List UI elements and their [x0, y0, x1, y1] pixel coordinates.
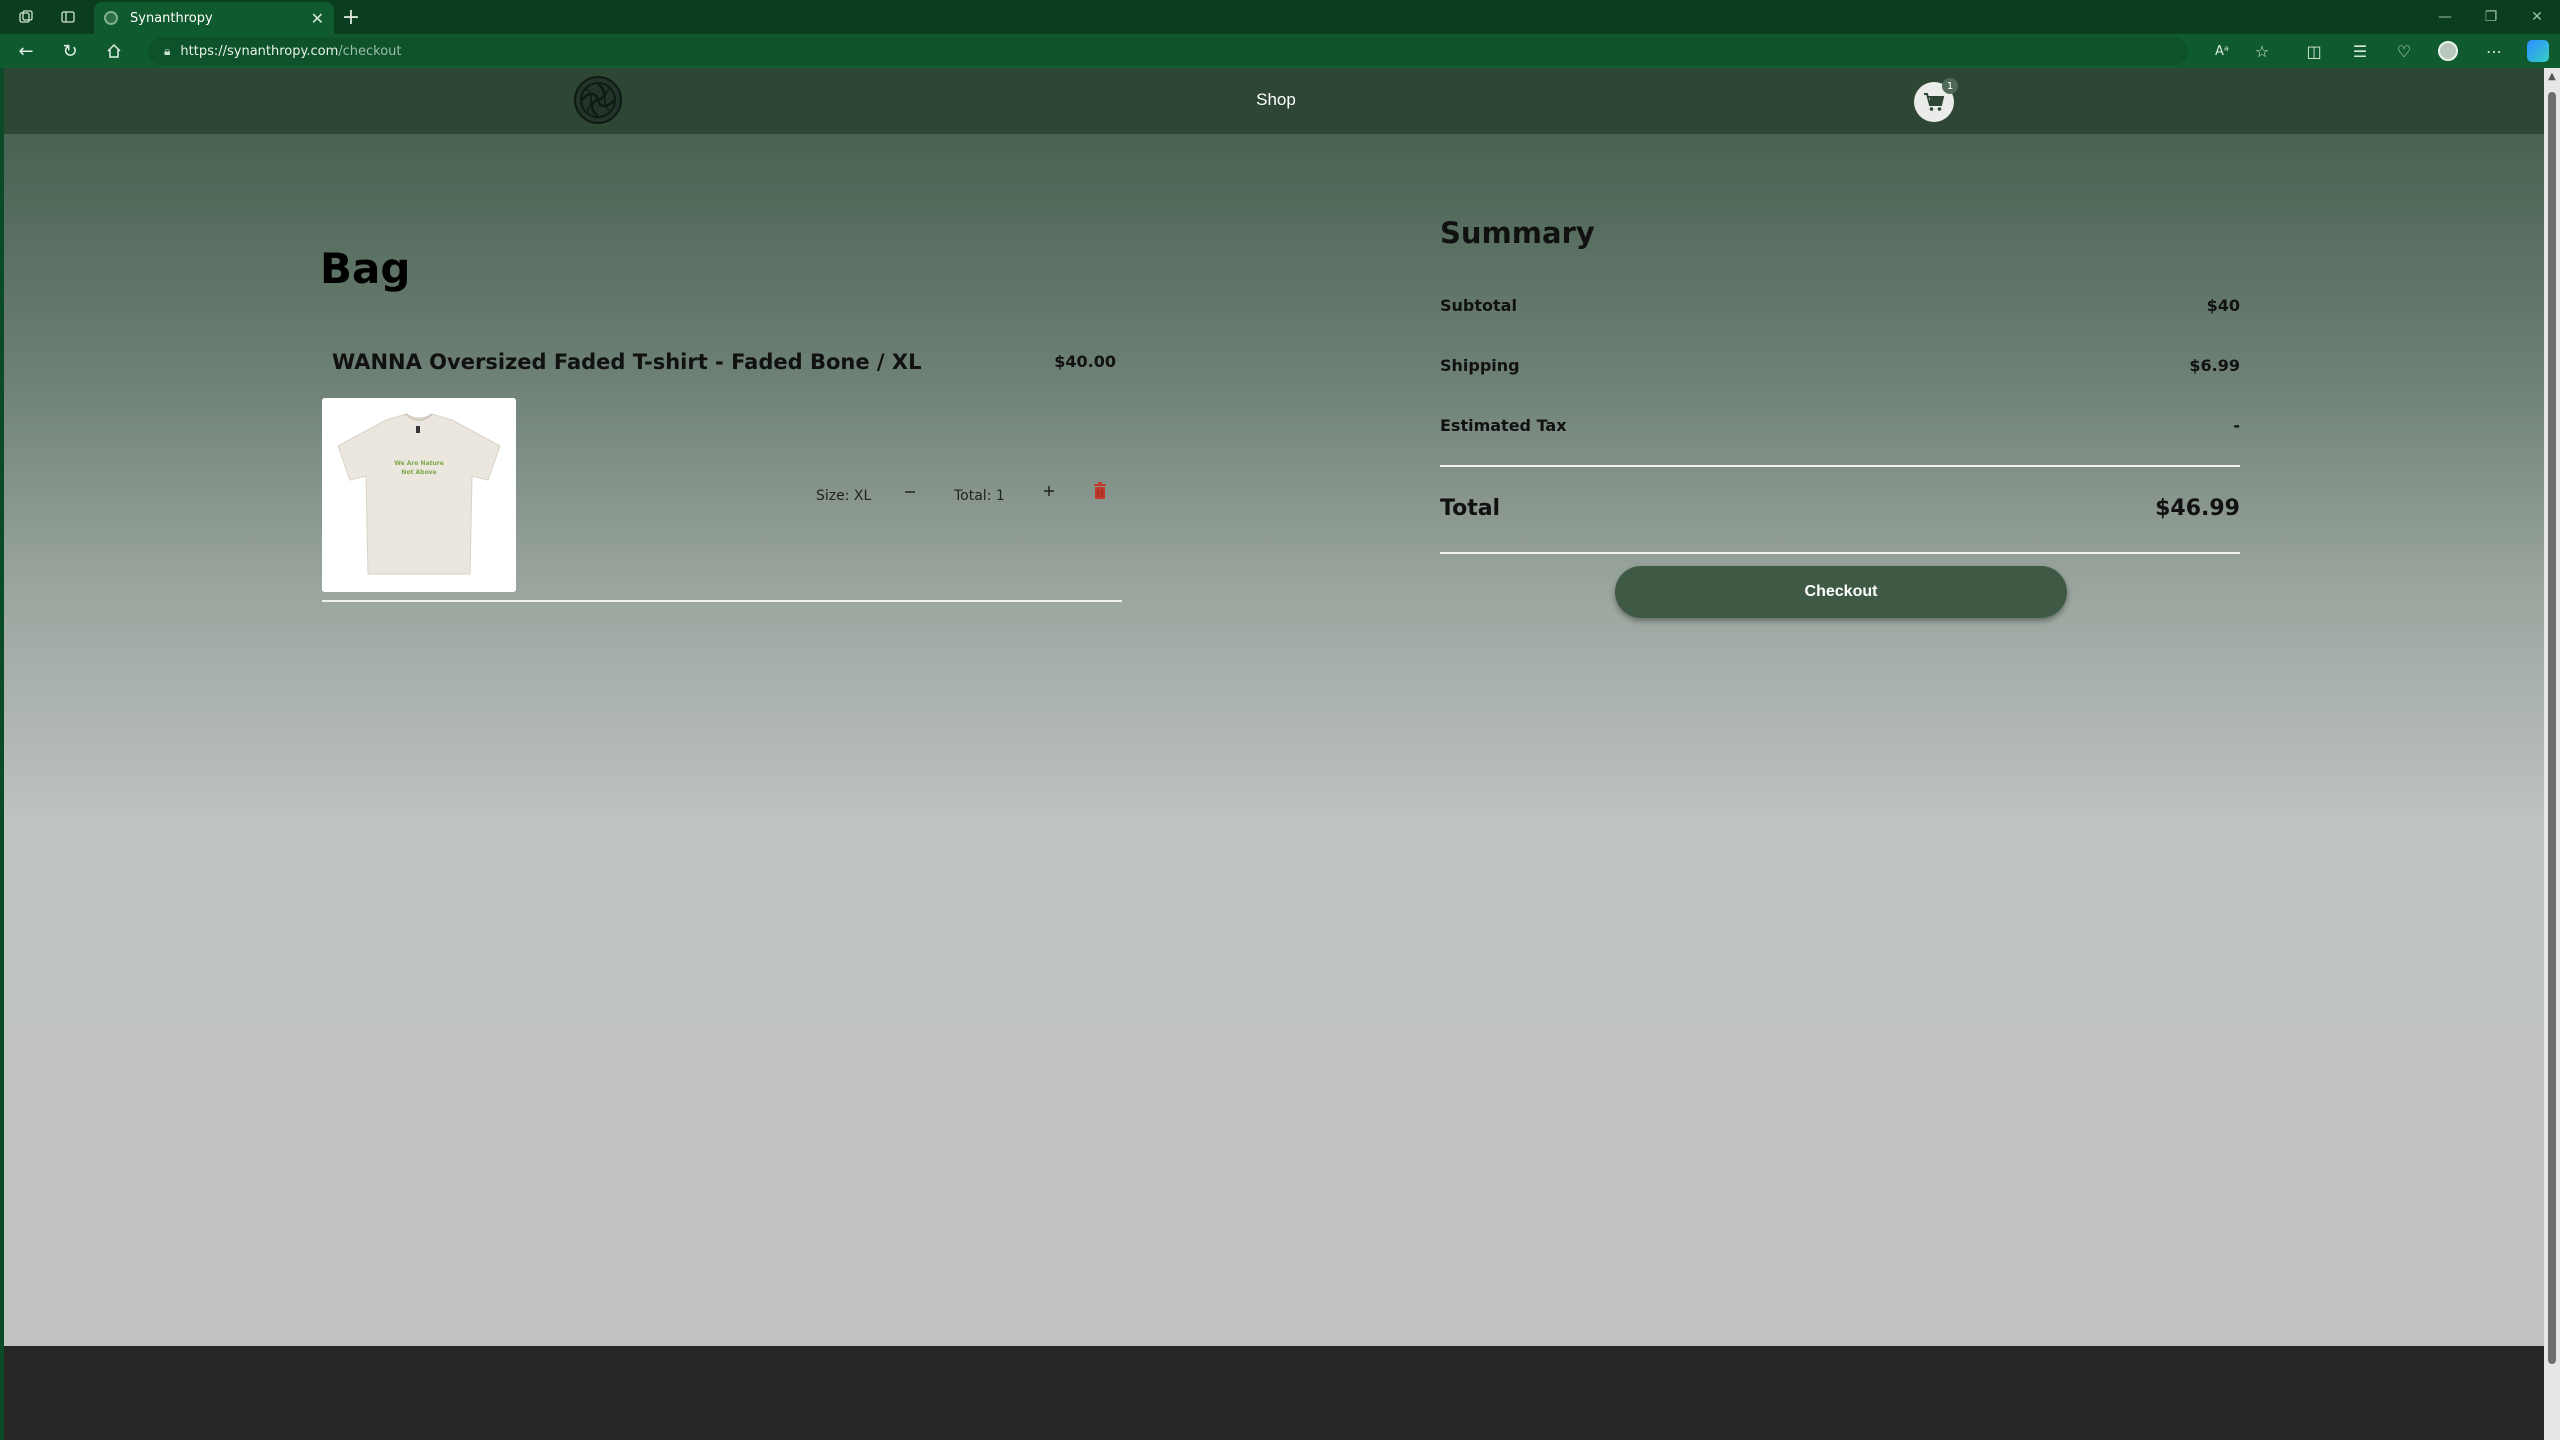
split-screen-icon[interactable]: ◫	[2294, 34, 2334, 68]
restore-icon[interactable]: ❐	[2468, 0, 2514, 34]
browser-address-bar: ← ↻ 🔒︎ https://synanthropy.com/checkout …	[0, 34, 2560, 68]
increase-quantity-button[interactable]	[1036, 478, 1062, 504]
shipping-label: Shipping	[1440, 356, 1520, 375]
lock-icon: 🔒︎	[164, 43, 171, 58]
total-label: Total	[1440, 496, 1501, 521]
tax-value: -	[2233, 416, 2240, 435]
cart-item-price: $40.00	[1054, 352, 1116, 371]
subtotal-value: $40	[2206, 296, 2240, 315]
nav-shop-link[interactable]: Shop	[1236, 90, 1316, 110]
new-tab-button[interactable]: +	[336, 0, 366, 34]
tab-close-icon[interactable]: ✕	[311, 9, 324, 28]
url-field[interactable]: 🔒︎ https://synanthropy.com/checkout	[148, 37, 2188, 65]
summary-tax-row: Estimated Tax -	[1440, 416, 2240, 435]
browser-tab-bar: Synanthropy ✕ + — ❐ ✕	[0, 0, 2560, 34]
browser-essentials-icon[interactable]: ♡	[2384, 34, 2424, 68]
minus-icon	[905, 491, 915, 493]
summary-title: Summary	[1440, 216, 1595, 250]
site-header: Shop 1	[4, 68, 2544, 134]
bag-title: Bag	[320, 244, 411, 293]
summary-total-row: Total $46.99	[1440, 496, 2240, 521]
home-icon[interactable]	[94, 34, 134, 68]
refresh-icon[interactable]: ↻	[50, 34, 90, 68]
decrease-quantity-button[interactable]	[898, 480, 922, 504]
tax-label: Estimated Tax	[1440, 416, 1567, 435]
back-icon[interactable]: ←	[6, 34, 46, 68]
cart-item-image[interactable]: We Are Nature Not Above	[322, 398, 516, 592]
copilot-icon[interactable]	[2518, 34, 2558, 68]
page-viewport: Shop 1 Bag WANNA Oversized Faded T-shirt…	[4, 68, 2544, 1440]
window-close-icon[interactable]: ✕	[2514, 0, 2560, 34]
workspaces-icon[interactable]	[8, 0, 44, 34]
more-options-icon[interactable]: ⋯	[2474, 34, 2514, 68]
scrollbar-thumb[interactable]	[2548, 92, 2556, 1364]
trash-icon[interactable]	[1092, 482, 1108, 500]
scroll-up-icon[interactable]: ▲	[2547, 72, 2557, 82]
site-footer	[4, 1346, 2544, 1440]
summary-divider-top	[1440, 465, 2240, 467]
summary-subtotal-row: Subtotal $40	[1440, 296, 2240, 315]
shirt-print-line-1: We Are Nature	[394, 460, 444, 467]
tab-synanthropy[interactable]: Synanthropy ✕	[94, 2, 334, 34]
total-value: $46.99	[2155, 496, 2240, 521]
site-favicon-icon	[104, 11, 118, 25]
subtotal-label: Subtotal	[1440, 296, 1517, 315]
tab-actions-icon[interactable]	[50, 0, 86, 34]
bag-divider	[322, 600, 1122, 602]
url-path: /checkout	[338, 43, 402, 59]
cart-count-badge: 1	[1942, 78, 1958, 94]
checkout-button[interactable]: Checkout	[1615, 566, 2067, 618]
profile-icon[interactable]	[2428, 34, 2468, 68]
site-logo-icon[interactable]	[574, 76, 622, 124]
summary-shipping-row: Shipping $6.99	[1440, 356, 2240, 375]
plus-icon	[1044, 486, 1054, 496]
cart-item-quantity: Total: 1	[954, 488, 1005, 504]
shipping-value: $6.99	[2189, 356, 2240, 375]
favorites-icon[interactable]: ☰	[2340, 34, 2380, 68]
tab-title: Synanthropy	[130, 10, 213, 26]
url-host: https://synanthropy.com	[180, 43, 339, 59]
read-aloud-icon[interactable]: Aᵃ	[2202, 34, 2242, 68]
cart-item-size: Size: XL	[816, 488, 872, 504]
summary-divider-bottom	[1440, 552, 2240, 554]
shirt-print-line-2: Not Above	[401, 469, 436, 476]
cart-item-name[interactable]: WANNA Oversized Faded T-shirt - Faded Bo…	[332, 350, 921, 374]
star-icon[interactable]: ☆	[2242, 34, 2282, 68]
minimize-icon[interactable]: —	[2422, 0, 2468, 34]
page-scrollbar[interactable]: ▲	[2544, 68, 2560, 1440]
